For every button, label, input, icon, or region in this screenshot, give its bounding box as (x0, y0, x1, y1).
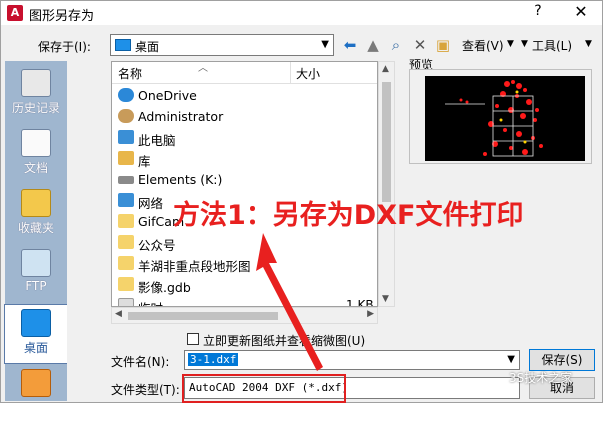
annotation-text: 方法1：另存为DXF文件打印 (173, 200, 524, 231)
watermark-text: 3S技术之家 (509, 371, 573, 385)
save-drawing-as-dialog: A 图形另存为 ? ✕ 保存于(I): 桌面 ▼ ⬅ ▲ ⌕ ✕ ▣ 查看(V)… (0, 0, 603, 403)
